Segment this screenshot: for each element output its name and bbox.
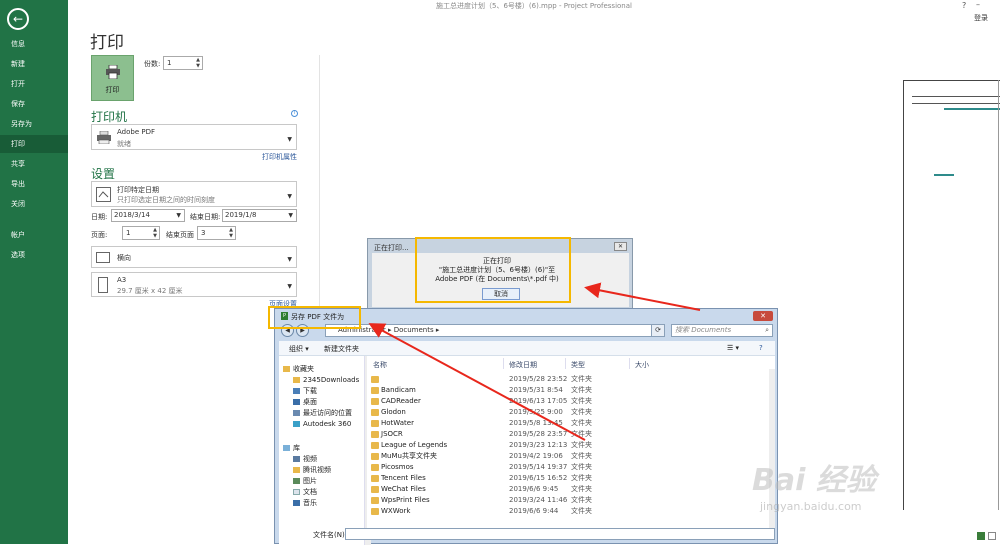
watermark-logo: Bai 经验 bbox=[752, 463, 876, 498]
view-switcher bbox=[977, 532, 996, 540]
view-layout-icon[interactable] bbox=[988, 532, 996, 540]
view-normal-icon[interactable] bbox=[977, 532, 985, 540]
arrow-to-save-title bbox=[368, 323, 586, 441]
arrow-to-printing-dialog bbox=[584, 282, 701, 311]
watermark-url: jingyan.baidu.com bbox=[760, 500, 862, 513]
